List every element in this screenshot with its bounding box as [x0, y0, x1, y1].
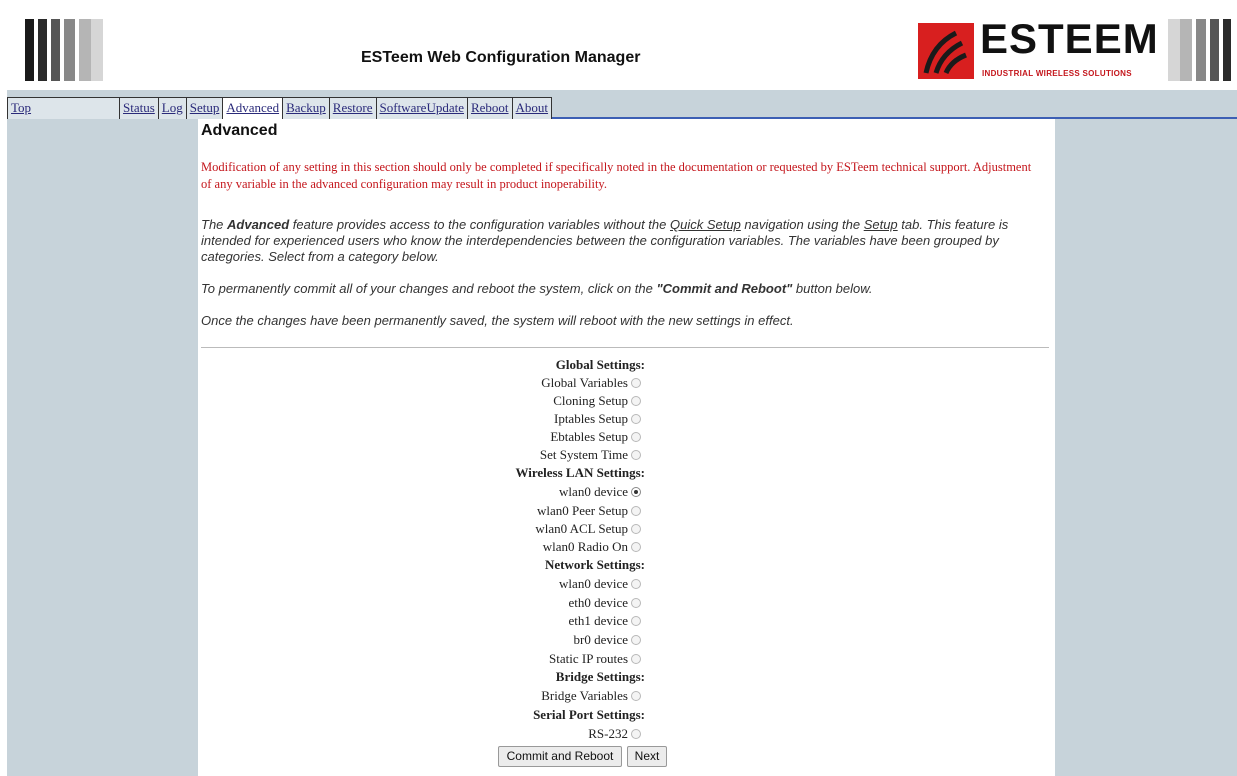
decorative-bars-left [25, 19, 103, 81]
page-title: Advanced [201, 122, 278, 139]
group-header-network: Network Settings: [544, 557, 645, 572]
nav-top-group: Top [7, 97, 120, 119]
divider [201, 347, 1049, 348]
radio-wlan0-device[interactable] [631, 487, 641, 497]
nav-tabs: Status Log Setup Advanced Backup Restore… [119, 97, 553, 119]
intro-text: The [201, 217, 228, 232]
commit-and-reboot-button[interactable]: Commit and Reboot [498, 746, 622, 767]
commit-note-text: To permanently commit all of your change… [201, 281, 657, 296]
option-label: Global Variables [541, 375, 628, 390]
option-label: Bridge Variables [541, 688, 628, 703]
next-button[interactable]: Next [627, 746, 667, 767]
nav-status[interactable]: Status [120, 98, 159, 119]
decorative-bars-right [1168, 19, 1233, 81]
radio-cloning-setup[interactable] [631, 396, 641, 406]
option-label: wlan0 device [559, 484, 628, 499]
main-content: Advanced Modification of any setting in … [198, 119, 1055, 776]
intro-bold: Advanced [227, 217, 290, 232]
radio-br0-device[interactable] [631, 635, 641, 645]
commit-note-text: button below. [792, 281, 873, 296]
group-header-wireless: Wireless LAN Settings: [515, 465, 645, 480]
option-label: wlan0 Radio On [542, 539, 628, 554]
option-label: eth1 device [568, 613, 628, 628]
option-label: br0 device [573, 632, 628, 647]
radio-ebtables-setup[interactable] [631, 432, 641, 442]
app-title: ESTeem Web Configuration Manager [361, 49, 641, 66]
esteem-logo: ESTEEM INDUSTRIAL WIRELESS SOLUTIONS [918, 15, 1158, 83]
nav-advanced[interactable]: Advanced [223, 98, 284, 119]
option-label: Cloning Setup [553, 393, 628, 408]
radio-eth0-device[interactable] [631, 598, 641, 608]
radio-global-variables[interactable] [631, 378, 641, 388]
nav-top-link[interactable]: Top [8, 98, 119, 119]
nav-software-update[interactable]: SoftwareUpdate [377, 98, 468, 119]
intro-text: navigation using the [740, 217, 864, 232]
option-label: Static IP routes [549, 651, 628, 666]
group-header-bridge: Bridge Settings: [555, 669, 645, 684]
radio-wlan0-acl-setup[interactable] [631, 524, 641, 534]
option-label: wlan0 ACL Setup [535, 521, 628, 536]
logo-tagline: INDUSTRIAL WIRELESS SOLUTIONS [982, 69, 1132, 78]
radio-eth1-device[interactable] [631, 616, 641, 626]
nav-log[interactable]: Log [159, 98, 187, 119]
option-label: eth0 device [568, 595, 628, 610]
option-label: Iptables Setup [553, 411, 628, 426]
page-frame: ESTeem Web Configuration Manager ESTEEM … [7, 7, 1237, 776]
nav-about[interactable]: About [513, 98, 552, 119]
saved-note: Once the changes have been permanently s… [201, 313, 794, 328]
group-header-global: Global Settings: [555, 357, 645, 372]
commit-note-bold: "Commit and Reboot" [656, 281, 793, 296]
quick-setup-link[interactable]: Quick Setup [670, 217, 741, 232]
intro-paragraph: The Advanced feature provides access to … [201, 217, 1051, 265]
radio-bridge-variables[interactable] [631, 691, 641, 701]
option-label: Ebtables Setup [550, 429, 628, 444]
option-label: RS-232 [588, 726, 628, 741]
intro-text: feature provides access to the configura… [289, 217, 670, 232]
nav-reboot[interactable]: Reboot [468, 98, 513, 119]
nav-setup[interactable]: Setup [187, 98, 224, 119]
setup-link[interactable]: Setup [864, 217, 898, 232]
radio-rs-232[interactable] [631, 729, 641, 739]
warning-text: Modification of any setting in this sect… [201, 160, 1032, 191]
radio-wlan0-radio-on[interactable] [631, 542, 641, 552]
option-label: wlan0 Peer Setup [537, 503, 628, 518]
header: ESTeem Web Configuration Manager ESTEEM … [7, 7, 1237, 90]
nav-bar: Top Status Log Setup Advanced Backup Res… [7, 90, 1237, 119]
radio-net-wlan0-device[interactable] [631, 579, 641, 589]
radio-iptables-setup[interactable] [631, 414, 641, 424]
nav-backup[interactable]: Backup [283, 98, 330, 119]
option-label: Set System Time [539, 447, 628, 462]
commit-note: To permanently commit all of your change… [201, 281, 1051, 297]
radio-wlan0-peer-setup[interactable] [631, 506, 641, 516]
nav-restore[interactable]: Restore [330, 98, 377, 119]
logo-text: ESTEEM [980, 15, 1159, 62]
radio-static-ip-routes[interactable] [631, 654, 641, 664]
radio-set-system-time[interactable] [631, 450, 641, 460]
logo-mark-icon [918, 23, 974, 79]
group-header-serial: Serial Port Settings: [533, 707, 645, 722]
option-label: wlan0 device [559, 576, 628, 591]
